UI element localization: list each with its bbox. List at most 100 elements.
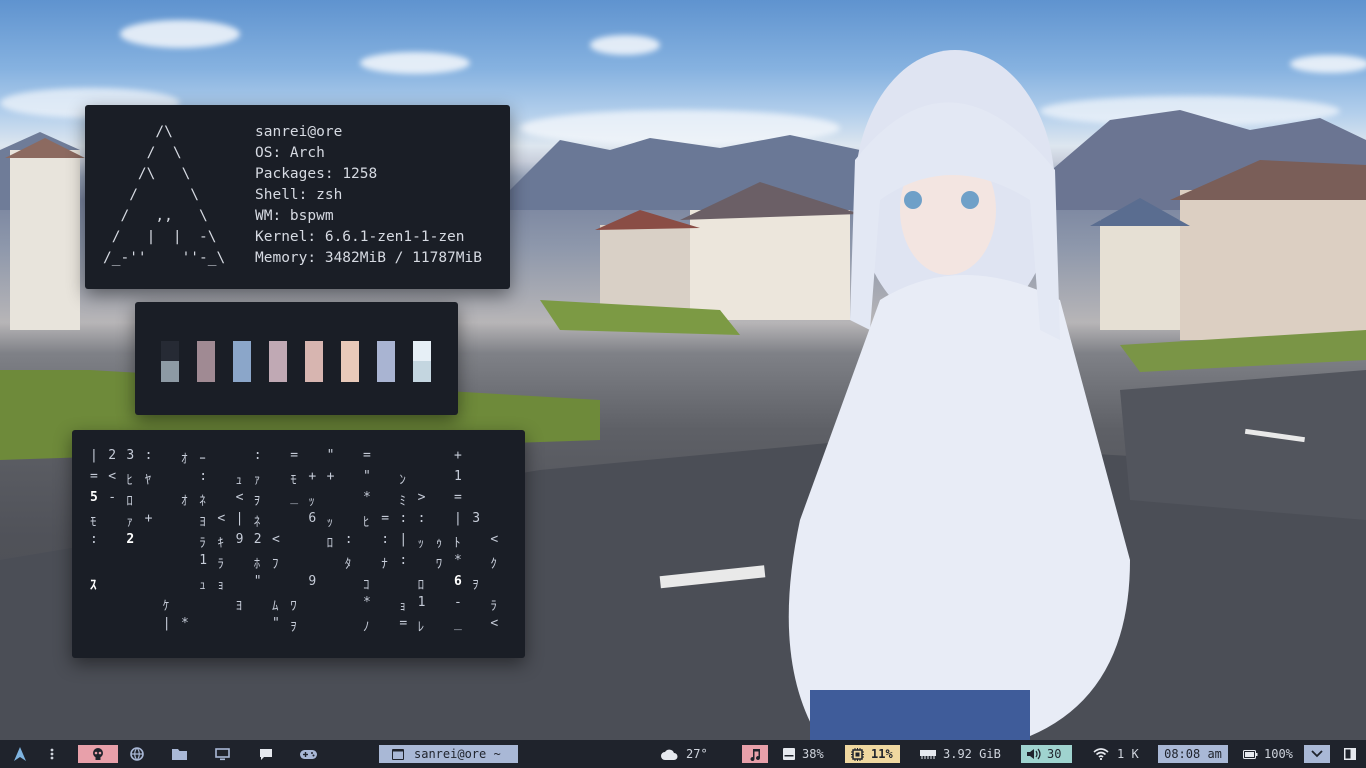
matrix-glyph: ｯ bbox=[326, 515, 334, 530]
speaker-icon bbox=[1027, 748, 1041, 760]
matrix-glyph: 6 bbox=[308, 511, 317, 526]
matrix-glyph: ﾛ bbox=[126, 494, 133, 509]
arch-ascii-logo: /\ / \ /\ \ / \ / ,, \ / | | -\ /_-'' ''… bbox=[103, 124, 226, 266]
workspace-3-folder[interactable] bbox=[172, 740, 190, 768]
matrix-glyph: ﾔ bbox=[144, 473, 152, 488]
matrix-glyph: < bbox=[108, 469, 117, 484]
matrix-glyph: 9 bbox=[235, 532, 244, 547]
palette-swatch-bottom bbox=[269, 361, 287, 382]
clock-time: 08:08 am bbox=[1164, 747, 1222, 761]
palette-swatch-bottom bbox=[377, 361, 395, 382]
network-widget[interactable]: 1 K bbox=[1093, 740, 1139, 768]
matrix-glyph: ｦ bbox=[253, 494, 261, 509]
matrix-glyph: ﾛ bbox=[417, 578, 425, 593]
weather-widget[interactable]: 27° bbox=[661, 740, 708, 768]
matrix-glyph: - bbox=[454, 595, 462, 610]
matrix-glyph: ｷ bbox=[217, 536, 224, 551]
workspace-2-globe[interactable] bbox=[130, 740, 148, 768]
matrix-glyph: ﾛ bbox=[326, 536, 334, 551]
skull-icon bbox=[91, 747, 105, 761]
folder-icon bbox=[172, 748, 187, 760]
globe-icon bbox=[130, 747, 144, 761]
workspace-1-skull[interactable] bbox=[78, 745, 118, 763]
palette-swatch-bottom bbox=[161, 361, 179, 382]
matrix-glyph: ﾐ bbox=[399, 494, 406, 509]
music-widget[interactable] bbox=[742, 745, 768, 763]
matrix-glyph: < bbox=[217, 511, 226, 526]
matrix-glyph: ﾜ bbox=[290, 599, 297, 614]
arch-icon[interactable] bbox=[13, 740, 29, 768]
matrix-glyph: ﾈ bbox=[253, 515, 261, 530]
matrix-glyph: : bbox=[381, 532, 390, 547]
more-icon[interactable] bbox=[50, 740, 60, 768]
cloud-icon bbox=[661, 749, 678, 760]
palette-swatch-bottom bbox=[233, 361, 251, 382]
matrix-glyph: " bbox=[272, 616, 280, 631]
matrix-glyph: = bbox=[454, 490, 462, 505]
cpu-chip-icon bbox=[851, 747, 864, 761]
battery-percent: 100% bbox=[1264, 747, 1293, 761]
matrix-glyph: : bbox=[253, 448, 262, 463]
matrix-glyph: 1 bbox=[199, 553, 208, 568]
matrix-glyph: ﾚ bbox=[417, 620, 425, 635]
matrix-glyph: | bbox=[235, 511, 244, 526]
matrix-glyph: ﾈ bbox=[199, 494, 206, 509]
matrix-glyph: ｵ bbox=[181, 452, 188, 467]
matrix-glyph: : bbox=[399, 511, 408, 526]
matrix-glyph: * bbox=[181, 616, 189, 631]
matrix-glyph: < bbox=[272, 532, 280, 547]
os-line: OS: Arch bbox=[255, 145, 325, 161]
palette-swatch-top bbox=[197, 341, 215, 361]
chevron-down-icon bbox=[1311, 750, 1323, 758]
wifi-icon bbox=[1093, 748, 1109, 760]
palette-swatch-bottom bbox=[413, 361, 431, 382]
matrix-glyph: ﾋ bbox=[126, 473, 133, 488]
active-window-title[interactable]: sanrei@ore ~ bbox=[379, 745, 518, 763]
layout-toggle[interactable] bbox=[1344, 740, 1356, 768]
active-window-label: sanrei@ore ~ bbox=[414, 747, 501, 761]
tray-toggle[interactable] bbox=[1304, 745, 1330, 763]
user-host: sanrei@ore bbox=[255, 124, 343, 140]
ram-widget: 3.92 GiB bbox=[920, 740, 1001, 768]
matrix-glyph: ﾝ bbox=[399, 473, 406, 488]
color-palette-terminal-window[interactable] bbox=[135, 302, 458, 415]
workspace-5-chat[interactable] bbox=[259, 740, 277, 768]
matrix-glyph: ｽ bbox=[90, 578, 97, 593]
matrix-rain-terminal-window[interactable]: | 2 3: ｵｰ: = " = + = < ﾋﾔ: ｭｧﾓ + + " ﾝ 1 5- ﾛｵﾈ < ｦ _ ｯ * ﾐ > = ﾓｧ +… bbox=[72, 430, 525, 658]
neofetch-terminal-window[interactable]: /\ / \ /\ \ / \ / ,, \ / | | -\ /_-'' ''… bbox=[85, 105, 510, 289]
palette-swatch-bottom bbox=[197, 361, 215, 382]
clock-widget[interactable]: 08:08 am bbox=[1158, 745, 1228, 763]
matrix-glyph: ｹ bbox=[162, 599, 170, 614]
matrix-glyph: : bbox=[344, 532, 353, 547]
volume-widget[interactable]: 30 bbox=[1021, 745, 1072, 763]
matrix-glyph: ｰ bbox=[199, 452, 206, 467]
matrix-glyph: = bbox=[290, 448, 299, 463]
matrix-glyph: ﾖ bbox=[199, 515, 206, 530]
matrix-glyph: ｧ bbox=[126, 515, 133, 530]
matrix-glyph: ｦ bbox=[472, 578, 479, 593]
palette-swatch-bottom bbox=[341, 361, 359, 382]
matrix-glyph: ﾗ bbox=[490, 599, 497, 614]
matrix-glyph: " bbox=[363, 469, 371, 484]
shell-line: Shell: zsh bbox=[255, 187, 343, 203]
matrix-glyph: * bbox=[454, 553, 462, 568]
matrix-glyph: ﾗ bbox=[199, 536, 206, 551]
matrix-glyph: | bbox=[90, 448, 98, 463]
matrix-glyph: ｭ bbox=[199, 578, 206, 593]
memory-icon bbox=[920, 749, 936, 759]
matrix-glyph: 1 bbox=[417, 595, 426, 610]
matrix-glyph: : bbox=[144, 448, 153, 463]
monitor-icon bbox=[215, 747, 230, 761]
matrix-glyph: ｩ bbox=[435, 536, 443, 551]
workspace-4-monitor[interactable] bbox=[215, 740, 233, 768]
matrix-glyph: : bbox=[199, 469, 208, 484]
matrix-glyph: ｮ bbox=[217, 578, 224, 593]
matrix-glyph: ﾑ bbox=[272, 599, 279, 614]
palette-swatch-top bbox=[305, 341, 323, 361]
matrix-glyph: < bbox=[235, 490, 244, 505]
matrix-glyph: : bbox=[90, 532, 98, 547]
workspace-6-gamepad[interactable] bbox=[300, 740, 320, 768]
gamepad-icon bbox=[300, 749, 317, 760]
disk-icon bbox=[783, 748, 795, 760]
matrix-glyph: ｸ bbox=[490, 557, 497, 572]
